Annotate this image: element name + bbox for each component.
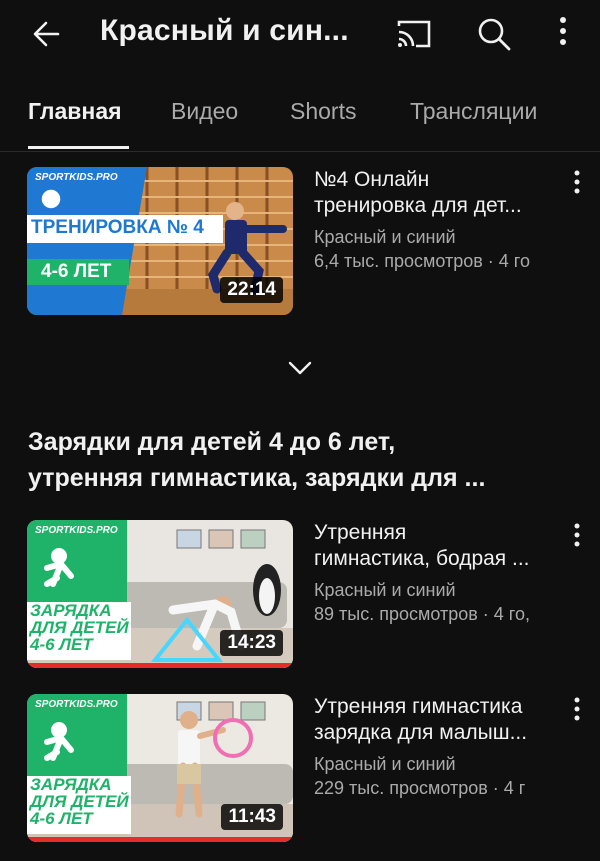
chevron-down-icon[interactable] xyxy=(286,354,314,382)
video-title[interactable]: Утренняя гимнастика, бодрая ... xyxy=(314,520,554,572)
video-thumbnail[interactable]: SPORTKIDS.PRO ТРЕНИРОВКА № 4 4-6 ЛЕТ 22:… xyxy=(27,167,293,315)
channel-tabs: Главная Видео Shorts Трансляции xyxy=(0,82,600,152)
video-more-icon[interactable] xyxy=(566,520,588,550)
playlist-video-item[interactable]: SPORTKIDS.PRO ЗАРЯДКА ДЛЯ ДЕТЕЙ 4-6 ЛЕТ … xyxy=(0,694,600,844)
video-title[interactable]: №4 Онлайн тренировка для дет... xyxy=(314,167,554,219)
more-vert-icon[interactable] xyxy=(548,12,578,52)
video-channel: Красный и синий xyxy=(314,754,456,774)
thumbnail-headline: ТРЕНИРОВКА № 4 xyxy=(31,217,204,238)
video-more-icon[interactable] xyxy=(566,167,588,197)
video-channel: Красный и синий xyxy=(314,227,456,247)
active-tab-indicator xyxy=(28,146,129,149)
thumbnail-brand: SPORTKIDS.PRO xyxy=(35,525,118,536)
video-more-icon[interactable] xyxy=(566,694,588,724)
thumbnail-headline: ЗАРЯДКА ДЛЯ ДЕТЕЙ 4-6 ЛЕТ xyxy=(30,601,129,654)
playlist-section-title[interactable]: Зарядки для детей 4 до 6 лет, утренняя г… xyxy=(28,424,573,496)
thumbnail-age: 4-6 ЛЕТ xyxy=(41,261,112,282)
video-meta: 89 тыс. просмотров · 4 го, xyxy=(314,604,530,624)
video-thumbnail[interactable]: SPORTKIDS.PRO ЗАРЯДКА ДЛЯ ДЕТЕЙ 4-6 ЛЕТ … xyxy=(27,520,293,668)
video-duration: 22:14 xyxy=(220,277,283,303)
video-duration: 14:23 xyxy=(220,630,283,656)
video-thumbnail[interactable]: SPORTKIDS.PRO ЗАРЯДКА ДЛЯ ДЕТЕЙ 4-6 ЛЕТ … xyxy=(27,694,293,842)
cast-icon[interactable] xyxy=(394,14,434,54)
thumbnail-brand: SPORTKIDS.PRO xyxy=(35,699,118,710)
video-channel: Красный и синий xyxy=(314,580,456,600)
featured-video-item[interactable]: SPORTKIDS.PRO ТРЕНИРОВКА № 4 4-6 ЛЕТ 22:… xyxy=(0,167,600,317)
tab-videos[interactable]: Видео xyxy=(171,98,238,125)
watch-progress-bar xyxy=(27,663,293,668)
watch-progress-bar xyxy=(27,837,293,842)
tab-live[interactable]: Трансляции xyxy=(410,98,537,125)
channel-title: Красный и син... xyxy=(100,14,349,47)
thumbnail-headline: ЗАРЯДКА ДЛЯ ДЕТЕЙ 4-6 ЛЕТ xyxy=(30,775,129,828)
top-app-bar: Красный и син... xyxy=(0,0,600,70)
video-meta: 6,4 тыс. просмотров · 4 го xyxy=(314,251,530,271)
tabs-divider xyxy=(0,151,600,152)
video-meta: 229 тыс. просмотров · 4 г xyxy=(314,778,526,798)
playlist-video-item[interactable]: SPORTKIDS.PRO ЗАРЯДКА ДЛЯ ДЕТЕЙ 4-6 ЛЕТ … xyxy=(0,520,600,670)
tab-home[interactable]: Главная xyxy=(28,98,122,125)
tab-shorts[interactable]: Shorts xyxy=(290,98,356,125)
back-arrow-icon[interactable] xyxy=(28,14,68,54)
video-duration: 11:43 xyxy=(221,804,283,830)
search-icon[interactable] xyxy=(474,14,514,54)
thumbnail-brand: SPORTKIDS.PRO xyxy=(35,172,118,183)
video-title[interactable]: Утренняя гимнастика зарядка для малыш... xyxy=(314,694,554,746)
